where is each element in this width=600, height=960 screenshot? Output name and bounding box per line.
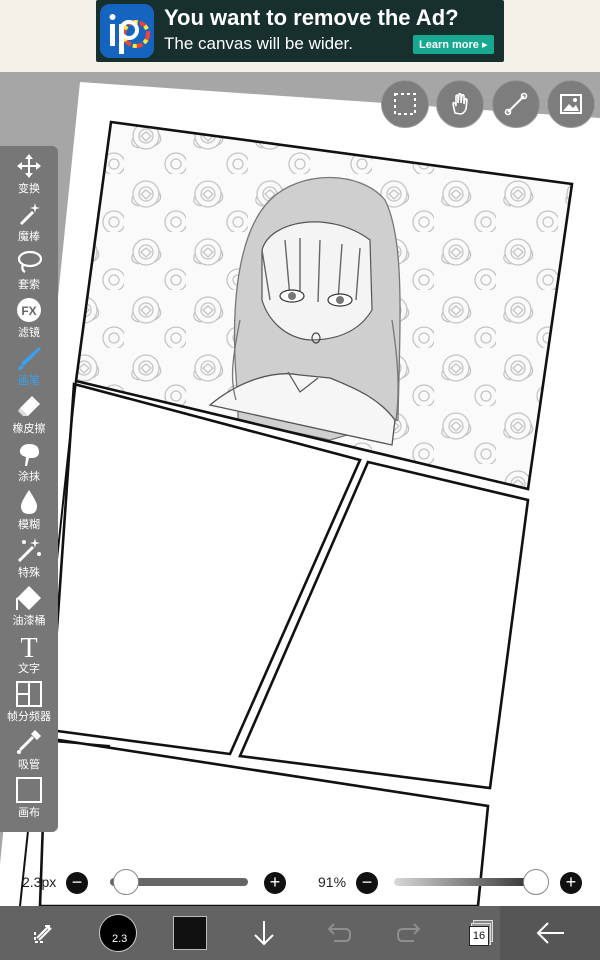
swap-button[interactable] <box>20 906 68 960</box>
swap-icon <box>34 925 52 943</box>
download-button[interactable] <box>244 906 284 960</box>
redo-button[interactable] <box>390 906 430 960</box>
tool-eraser[interactable]: 橡皮擦 <box>0 390 58 438</box>
selection-tool-button[interactable] <box>381 80 429 128</box>
tool-label: 变换 <box>18 183 40 195</box>
brush-size-badge: 2.3 <box>112 933 128 945</box>
tool-bucket[interactable]: 油漆桶 <box>0 582 58 630</box>
tool-eyedropper[interactable]: 吸管 <box>0 726 58 774</box>
svg-text:FX: FX <box>21 304 36 318</box>
tool-label: 套索 <box>18 279 40 291</box>
ad-title: You want to remove the Ad? <box>164 5 459 30</box>
tool-special[interactable]: 特殊 <box>0 534 58 582</box>
download-icon <box>254 921 274 946</box>
special-icon <box>15 536 43 564</box>
magic-wand-icon <box>15 200 43 228</box>
ruler-icon <box>504 92 528 116</box>
opacity-value: 91% <box>318 874 347 890</box>
tool-blur[interactable]: 模糊 <box>0 486 58 534</box>
opacity-plus-button[interactable]: + <box>560 872 582 894</box>
tool-label: 帧分频器 <box>7 711 51 723</box>
tool-label: 滤镜 <box>18 327 40 339</box>
tool-label: 吸管 <box>18 759 40 771</box>
svg-text:T: T <box>20 633 37 660</box>
brush-size-plus-button[interactable]: + <box>264 872 286 894</box>
lasso-icon <box>15 248 43 276</box>
redo-icon <box>396 923 421 942</box>
tool-label: 文字 <box>18 663 40 675</box>
text-icon: T <box>15 632 43 664</box>
back-arrow-icon <box>536 922 564 944</box>
tool-brush[interactable]: 画笔 <box>0 342 58 390</box>
smudge-icon <box>15 440 43 468</box>
tool-frame-divider[interactable]: 帧分频器 <box>0 678 58 726</box>
hand-tool-button[interactable] <box>436 80 484 128</box>
frame-divider-icon <box>15 680 43 708</box>
tool-label: 画布 <box>18 807 40 819</box>
tool-smudge[interactable]: 涂抹 <box>0 438 58 486</box>
layers-icon: 16 <box>469 920 495 946</box>
image-tool-button[interactable] <box>547 80 595 128</box>
tool-label: 模糊 <box>18 519 40 531</box>
tool-filter-fx[interactable]: FX 滤镜 <box>0 294 58 342</box>
tool-lasso[interactable]: 套索 <box>0 246 58 294</box>
bottom-toolbar: 2.3 16 <box>0 906 600 960</box>
opacity-slider-thumb[interactable] <box>523 869 550 895</box>
move-icon <box>15 152 43 180</box>
tool-canvas[interactable]: 画布 <box>0 774 58 822</box>
hand-icon <box>452 92 468 115</box>
opacity-minus-button[interactable]: − <box>356 872 378 894</box>
color-button[interactable] <box>170 906 210 960</box>
ad-bar: You want to remove the Ad? The canvas wi… <box>0 0 600 72</box>
undo-button[interactable] <box>318 906 358 960</box>
image-icon <box>560 94 582 114</box>
ruler-tool-button[interactable] <box>492 80 540 128</box>
tool-label: 画笔 <box>18 375 40 387</box>
blur-icon <box>15 488 43 516</box>
brush-size-minus-button[interactable]: − <box>66 872 88 894</box>
canvas-icon <box>15 776 43 804</box>
ibispaint-logo-icon <box>100 4 154 58</box>
tool-label: 橡皮擦 <box>12 423 46 435</box>
tool-label: 涂抹 <box>18 471 40 483</box>
tool-text[interactable]: T 文字 <box>0 630 58 678</box>
tool-label: 油漆桶 <box>12 615 46 627</box>
back-button[interactable] <box>500 906 600 960</box>
brush-icon <box>15 344 43 372</box>
eraser-icon <box>15 392 43 420</box>
tool-label: 魔棒 <box>18 231 40 243</box>
ad-banner[interactable]: You want to remove the Ad? The canvas wi… <box>96 0 504 62</box>
learn-more-button[interactable]: Learn more ▸ <box>413 35 494 54</box>
brush-size-value: 2.3px <box>22 874 57 890</box>
layers-button[interactable]: 16 <box>462 906 502 960</box>
canvas-workspace[interactable]: 变换魔棒套索 FX 滤镜画笔橡皮擦涂抹模糊特殊油漆桶 T 文字帧分频器吸管画布 2.3p… <box>0 72 600 906</box>
selection-icon <box>394 93 416 115</box>
undo-icon <box>327 923 352 942</box>
ad-subtitle: The canvas will be wider. <box>164 34 353 53</box>
brush-size-button[interactable]: 2.3 <box>96 906 140 960</box>
canvas-artwork[interactable] <box>0 72 600 906</box>
tool-label: 特殊 <box>18 567 40 579</box>
color-swatch-icon <box>173 916 207 950</box>
filter-fx-icon: FX <box>15 296 43 324</box>
eyedropper-icon <box>15 728 43 756</box>
layer-count: 16 <box>469 926 489 946</box>
brush-size-icon: 2.3 <box>99 914 137 952</box>
tool-move[interactable]: 变换 <box>0 150 58 198</box>
left-toolbar: 变换魔棒套索 FX 滤镜画笔橡皮擦涂抹模糊特殊油漆桶 T 文字帧分频器吸管画布 <box>0 146 58 832</box>
bucket-icon <box>15 584 43 612</box>
tool-magic-wand[interactable]: 魔棒 <box>0 198 58 246</box>
